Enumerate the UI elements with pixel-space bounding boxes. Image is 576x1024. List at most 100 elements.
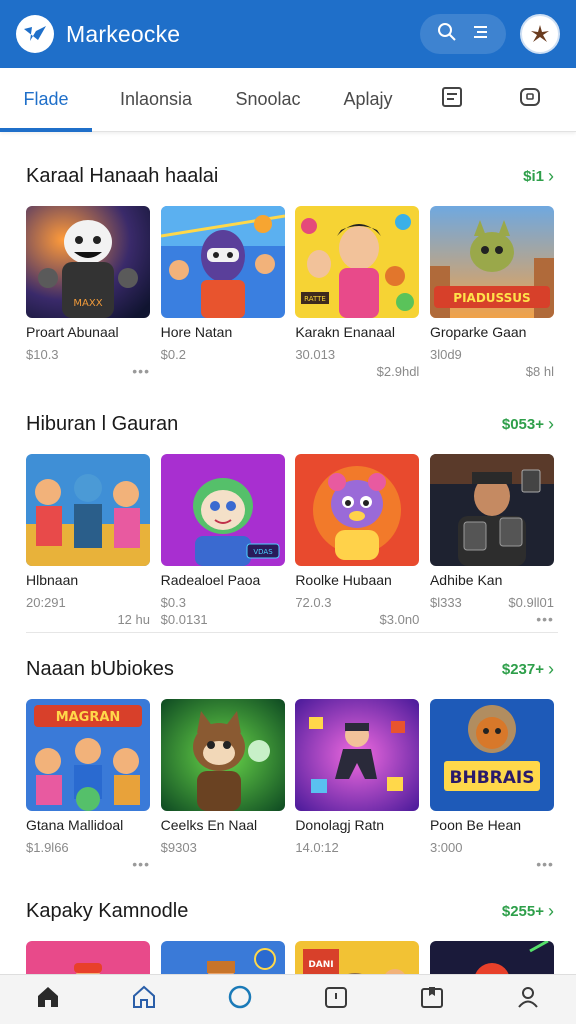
avatar[interactable] — [520, 14, 560, 54]
timer-icon — [323, 984, 349, 1015]
section-1: Karaal Hanaah haalai $i1 › MAXX Proart Ab… — [0, 146, 576, 380]
app-thumbnail[interactable] — [26, 941, 150, 974]
app-card[interactable]: Adhibe Kan $l333 $0.9ll01 ••• — [429, 454, 554, 628]
app-extra-price: $8 hl — [525, 363, 554, 379]
home-filled-icon — [35, 984, 61, 1015]
app-thumbnail[interactable]: PIADUSSUS — [429, 206, 554, 318]
app-price: 14.0:12 — [295, 840, 339, 855]
app-name: Hore Natan — [160, 324, 233, 340]
app-name: Poon Be Hean — [429, 817, 522, 833]
section-see-more-link[interactable]: $053+ › — [502, 414, 554, 435]
section-title: Kapaky Kamnodle — [26, 899, 189, 922]
app-thumbnail[interactable]: DANI — [295, 941, 420, 974]
app-card[interactable]: VDAS Radealoel Paoa $0.3 $0.0131 — [160, 454, 285, 628]
app-card[interactable]: RATTE Karakn Enanaal 30.013 $2.9hdl — [295, 206, 420, 380]
app-thumbnail[interactable] — [429, 454, 554, 566]
section-2: Hiburan l Gauran $053+ › Hlbnaan 20:291 1… — [0, 394, 576, 628]
section-see-more-link[interactable]: $255+ › — [502, 901, 554, 922]
section-title: Hiburan l Gauran — [26, 412, 179, 435]
app-extra-price: 12 hu — [117, 611, 150, 627]
app-card[interactable]: PIADUSSUS Groparke Gaan 3l0d9 $8 hl — [429, 206, 554, 380]
nav-updates[interactable] — [316, 980, 356, 1020]
app-price: 3:000 — [429, 840, 463, 855]
chevron-right-icon: › — [548, 658, 554, 679]
more-dots-icon[interactable]: ••• — [132, 856, 150, 872]
nav-profile[interactable] — [508, 980, 548, 1020]
app-card[interactable]: Roolke Hubaan 72.0.3 $3.0n0 — [295, 454, 420, 628]
chat-icon — [518, 85, 542, 114]
app-card[interactable]: DANI — [295, 941, 420, 974]
section-4: Kapaky Kamnodle $255+ › DANI — [0, 881, 576, 974]
app-name: Gtana Mallidoal — [26, 817, 124, 833]
app-thumbnail[interactable] — [160, 206, 285, 318]
app-card[interactable]: Ceelks En Naal $9303 — [160, 699, 285, 873]
thumbnail-text: MAXX — [73, 298, 102, 309]
more-dots-icon[interactable]: ••• — [132, 363, 150, 379]
app-name: Ceelks En Naal — [160, 817, 258, 833]
app-card[interactable]: BHBRAIS Poon Be Hean 3:000 ••• — [429, 699, 554, 873]
nav-home[interactable] — [28, 980, 68, 1020]
app-price: $0.2 — [160, 347, 186, 362]
thumbnail-text: BHBRAIS — [449, 768, 534, 788]
app-card[interactable]: MAXX Proart Abunaal $10.3 ••• — [26, 206, 150, 380]
thumbnail-text: PIADUSSUS — [453, 291, 530, 305]
nav-library[interactable] — [412, 980, 452, 1020]
app-thumbnail[interactable] — [160, 699, 285, 811]
app-thumbnail[interactable] — [295, 699, 420, 811]
app-card[interactable]: MAGRAN Gtana Mallidoal $1.9l66 ••• — [26, 699, 150, 873]
app-price: $0.3 — [160, 595, 186, 610]
chevron-right-icon: › — [548, 165, 554, 186]
app-price: 3l0d9 — [429, 347, 462, 362]
app-extra-price: $3.0n0 — [379, 611, 420, 627]
app-thumbnail[interactable]: RATTE — [295, 206, 420, 318]
app-card[interactable]: Donolagj Ratn 14.0:12 — [295, 699, 420, 873]
app-logo-icon[interactable] — [16, 15, 54, 53]
more-dots-icon[interactable]: ••• — [536, 856, 554, 872]
tab-inlaonsia[interactable]: Inlaonsia — [92, 68, 220, 132]
section-see-more-link[interactable]: $237+ › — [502, 659, 554, 680]
app-card[interactable]: Hlbnaan 20:291 12 hu — [26, 454, 150, 628]
app-price: $9303 — [160, 840, 197, 855]
app-thumbnail[interactable] — [160, 941, 285, 974]
app-name: Hlbnaan — [26, 572, 79, 588]
tab-flade[interactable]: Flade — [0, 68, 92, 132]
circle-icon — [227, 984, 253, 1015]
menu-icon[interactable] — [470, 22, 490, 47]
app-thumbnail[interactable] — [429, 941, 554, 974]
app-name: Donolagj Ratn — [295, 817, 385, 833]
app-price: 20:291 — [26, 595, 66, 610]
tab-bookmark[interactable] — [420, 68, 484, 132]
thumbnail-text: DANI — [309, 960, 334, 970]
profile-icon — [515, 984, 541, 1015]
app-price: $1.9l66 — [26, 840, 69, 855]
chevron-right-icon: › — [548, 900, 554, 921]
app-price: 30.013 — [295, 347, 336, 362]
more-dots-icon[interactable]: ••• — [536, 611, 554, 627]
app-price: $10.3 — [26, 347, 59, 362]
app-name: Radealoel Paoa — [160, 572, 261, 588]
nav-center[interactable] — [220, 980, 260, 1020]
content-feed[interactable]: Karaal Hanaah haalai $i1 › MAXX Proart Ab… — [0, 146, 576, 974]
app-thumbnail[interactable]: MAXX — [26, 206, 150, 318]
app-thumbnail[interactable] — [26, 454, 150, 566]
app-card[interactable] — [160, 941, 285, 974]
tab-aplajy[interactable]: Aplajy — [316, 68, 420, 132]
section-title: Naaan bUbiokes — [26, 657, 174, 680]
app-thumbnail[interactable]: VDAS — [160, 454, 285, 566]
app-card[interactable] — [26, 941, 150, 974]
app-extra-price: $0.9ll01 — [508, 595, 554, 610]
library-icon — [419, 984, 445, 1015]
section-see-more-link[interactable]: $i1 › — [523, 166, 554, 187]
bookmark-icon — [440, 85, 464, 114]
search-icon[interactable] — [437, 22, 457, 47]
app-card[interactable] — [429, 941, 554, 974]
app-card[interactable]: Hore Natan $0.2 — [160, 206, 285, 380]
tab-snoolac[interactable]: Snoolac — [220, 68, 316, 132]
nav-explore[interactable] — [124, 980, 164, 1020]
tab-chat[interactable] — [484, 68, 576, 132]
app-thumbnail[interactable] — [295, 454, 420, 566]
app-thumbnail[interactable]: BHBRAIS — [429, 699, 554, 811]
home-outline-icon — [131, 984, 157, 1015]
bottom-nav — [0, 974, 576, 1024]
app-thumbnail[interactable]: MAGRAN — [26, 699, 150, 811]
